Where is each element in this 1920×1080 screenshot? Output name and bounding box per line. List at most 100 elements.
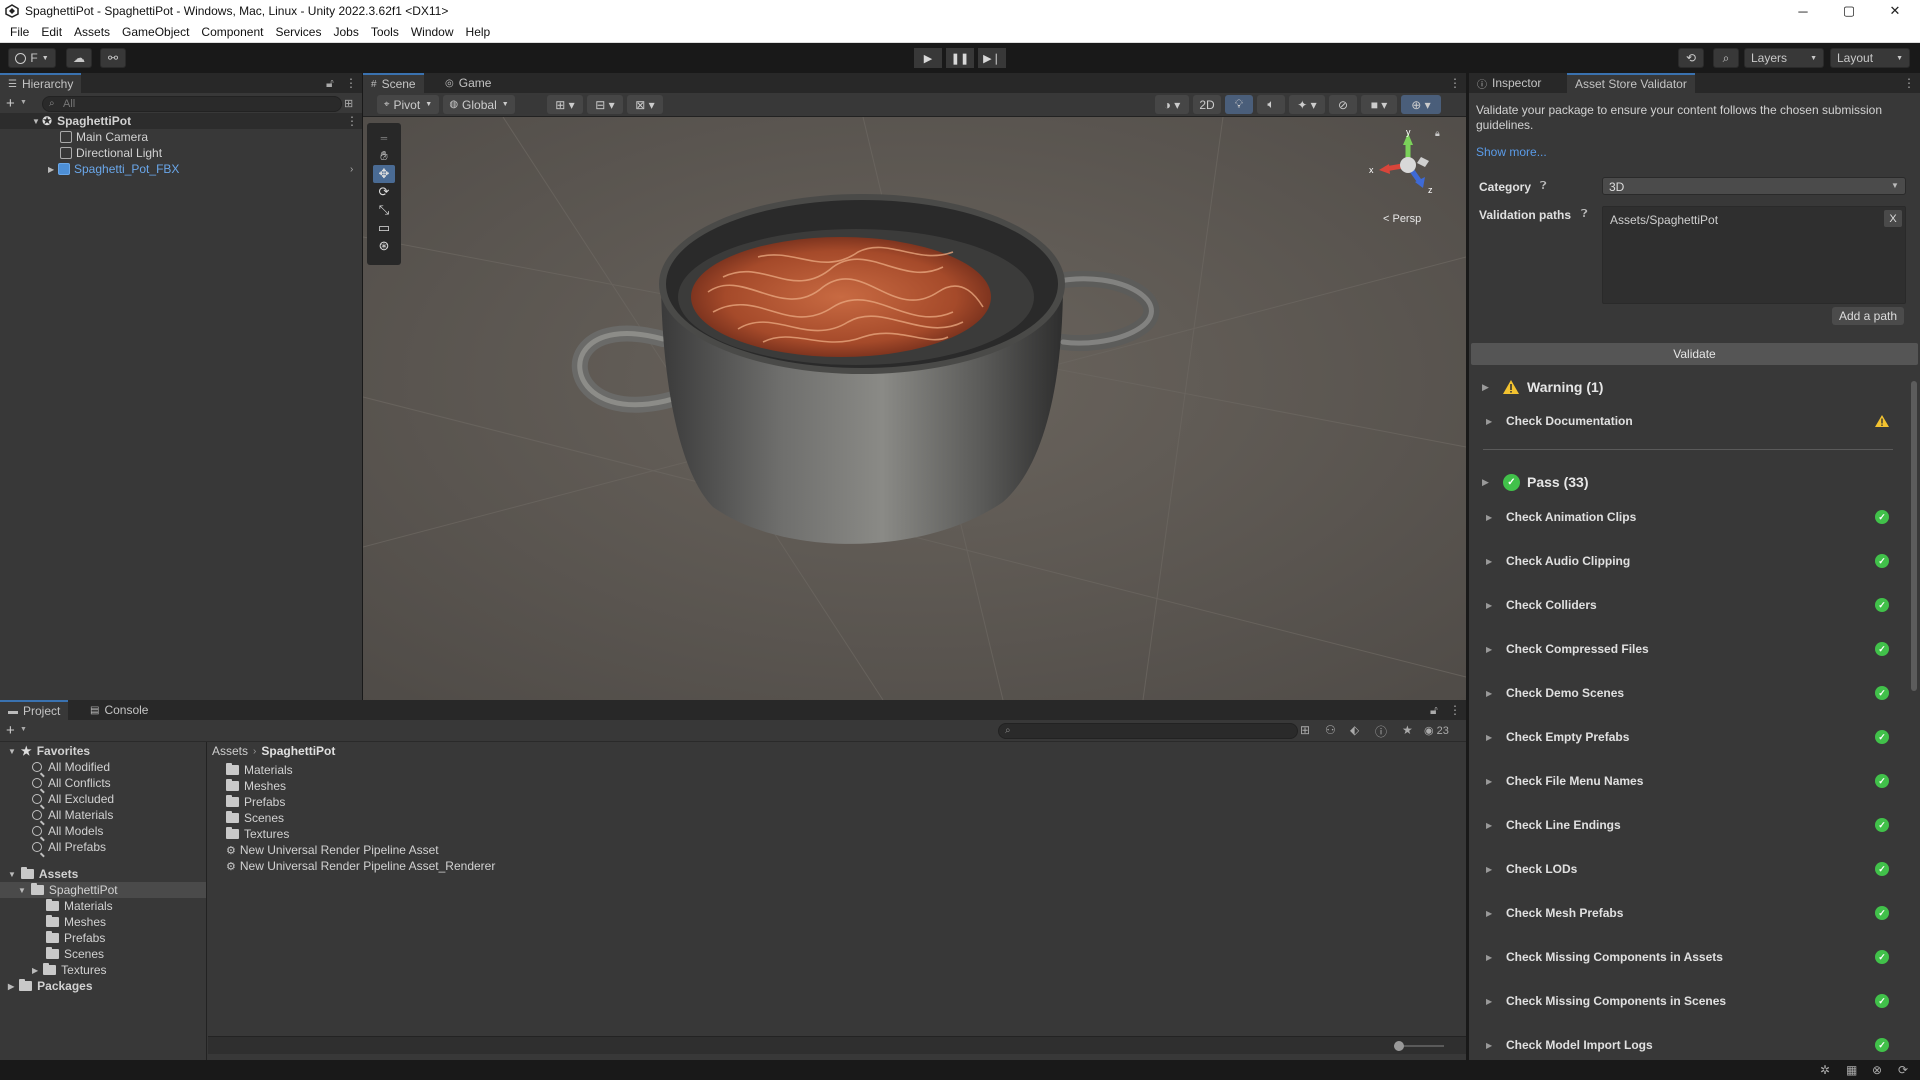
chevron-right-icon[interactable]: ›: [350, 164, 353, 175]
hierarchy-item-spaghetti-pot[interactable]: ▶ Spaghetti_Pot_FBX ›: [0, 161, 362, 177]
projection-label[interactable]: < Persp: [1383, 213, 1421, 225]
folder-meshes[interactable]: Meshes: [46, 914, 106, 930]
account-button[interactable]: F ▼: [8, 48, 56, 68]
orientation-gizmo[interactable]: y x z: [1363, 127, 1453, 207]
expand-arrow-icon[interactable]: ▶: [1486, 865, 1492, 874]
lighting-toggle[interactable]: 💡︎: [1225, 95, 1253, 114]
favorite-item[interactable]: All Modified: [32, 759, 110, 775]
favorite-item[interactable]: All Prefabs: [32, 839, 106, 855]
assets-header[interactable]: ▼ Assets: [8, 866, 78, 882]
breadcrumb-current[interactable]: SpaghettiPot: [261, 744, 335, 758]
lock-icon[interactable]: 🔓︎: [1430, 703, 1438, 718]
draw-mode-dropdown[interactable]: ◑ ▾: [1155, 95, 1189, 114]
expand-arrow-icon[interactable]: ▶: [1486, 733, 1492, 742]
content-folder-item[interactable]: Textures: [226, 826, 289, 842]
scene-viewport[interactable]: ═ ✋︎ ✥ ⟳ ⤡ ▭ ⊛ y x z 🔒︎ < Persp: [363, 117, 1466, 700]
collab-button[interactable]: ⚯: [100, 48, 126, 68]
check-row[interactable]: ▶ Check Colliders ✓: [1469, 587, 1909, 623]
step-button[interactable]: ▶❘: [978, 48, 1006, 68]
menu-edit[interactable]: Edit: [35, 25, 68, 39]
scene-root-row[interactable]: ▼ ✪ SpaghettiPot ⋮: [0, 113, 362, 129]
folder-spaghettipot[interactable]: ▼ SpaghettiPot: [0, 882, 206, 898]
hierarchy-search-input[interactable]: ⌕ All: [42, 96, 342, 112]
grid-snap-dropdown[interactable]: ⊞ ▾: [547, 95, 583, 114]
expand-arrow-icon[interactable]: ▶: [1486, 777, 1492, 786]
breadcrumb-assets[interactable]: Assets: [212, 744, 248, 758]
content-folder-item[interactable]: Scenes: [226, 810, 284, 826]
add-path-button[interactable]: Add a path: [1832, 307, 1904, 325]
minimize-button[interactable]: ─: [1780, 0, 1826, 22]
expand-arrow-icon[interactable]: ▼: [32, 117, 42, 126]
expand-arrow-icon[interactable]: ▶: [1482, 477, 1489, 488]
search-filter-icon[interactable]: ⊞: [1300, 723, 1310, 737]
rect-tool-icon[interactable]: ▭: [373, 219, 395, 237]
filter-by-type-icon[interactable]: ⚇: [1325, 723, 1336, 737]
expand-arrow-icon[interactable]: ▶: [48, 165, 58, 174]
camera-dropdown[interactable]: ■ ▾: [1361, 95, 1397, 114]
expand-arrow-icon[interactable]: ▶: [1486, 1041, 1492, 1050]
hierarchy-item-main-camera[interactable]: Main Camera: [0, 129, 362, 145]
menu-file[interactable]: File: [4, 25, 35, 39]
expand-arrow-icon[interactable]: ▶: [1486, 601, 1492, 610]
check-row[interactable]: ▶ Check Missing Components in Assets ✓: [1469, 939, 1909, 975]
global-dropdown[interactable]: ◍ Global ▼: [443, 95, 515, 114]
expand-arrow-icon[interactable]: ▶: [1486, 909, 1492, 918]
show-more-link[interactable]: Show more...: [1476, 145, 1547, 159]
rotate-tool-icon[interactable]: ⟳: [373, 183, 395, 201]
category-dropdown[interactable]: 3D ▼: [1602, 177, 1906, 195]
content-asset-item[interactable]: ⚙ New Universal Render Pipeline Asset_Ren…: [226, 858, 495, 874]
check-row[interactable]: ▶ Check Demo Scenes ✓: [1469, 675, 1909, 711]
tab-scene[interactable]: # Scene: [363, 73, 424, 93]
menu-gameobject[interactable]: GameObject: [116, 25, 195, 39]
more-options-icon[interactable]: ⋮: [1449, 703, 1461, 717]
folder-prefabs[interactable]: Prefabs: [46, 930, 105, 946]
menu-jobs[interactable]: Jobs: [327, 25, 364, 39]
check-row[interactable]: ▶ Check Missing Components in Scenes ✓: [1469, 983, 1909, 1019]
maximize-button[interactable]: ▢: [1826, 0, 1872, 22]
more-options-icon[interactable]: ⋮: [345, 76, 357, 90]
packages-header[interactable]: ▶ Packages: [8, 978, 93, 994]
check-row[interactable]: ▶ Check Empty Prefabs ✓: [1469, 719, 1909, 755]
grid-visibility-dropdown[interactable]: ⊟ ▾: [587, 95, 623, 114]
expand-arrow-icon[interactable]: ▼: [18, 886, 26, 895]
expand-arrow-icon[interactable]: ▶: [1486, 689, 1492, 698]
lock-icon[interactable]: 🔓︎: [326, 76, 334, 91]
bug-report-icon[interactable]: ✲: [1820, 1063, 1830, 1077]
check-row[interactable]: ▶ Check Line Endings ✓: [1469, 807, 1909, 843]
folder-textures[interactable]: ▶ Textures: [32, 962, 107, 978]
auto-refresh-icon[interactable]: ⟳: [1898, 1063, 1908, 1077]
remove-path-button[interactable]: X: [1884, 210, 1902, 227]
filter-by-label-icon[interactable]: ⬖: [1350, 723, 1359, 737]
gizmos-dropdown[interactable]: ⊕ ▾: [1401, 95, 1441, 114]
chevron-down-icon[interactable]: ▼: [20, 99, 27, 106]
content-folder-item[interactable]: Meshes: [226, 778, 286, 794]
tab-project[interactable]: ▬ Project: [0, 700, 69, 720]
toggle-2d-button[interactable]: 2D: [1193, 95, 1221, 114]
tab-console[interactable]: ▤ Console: [82, 700, 156, 720]
check-row[interactable]: ▶ Check Model Import Logs ✓: [1469, 1027, 1909, 1060]
expand-arrow-icon[interactable]: ▶: [1486, 997, 1492, 1006]
transform-tool-icon[interactable]: ⊛: [373, 237, 395, 255]
history-button[interactable]: ⟲: [1678, 48, 1704, 68]
more-options-icon[interactable]: ⋮: [1903, 76, 1915, 90]
hidden-objects-toggle[interactable]: ⊘: [1329, 95, 1357, 114]
close-button[interactable]: ✕: [1872, 0, 1918, 22]
expand-arrow-icon[interactable]: ▶: [32, 966, 38, 975]
check-row[interactable]: ▶ Check Animation Clips ✓: [1469, 499, 1909, 535]
hierarchy-item-directional-light[interactable]: Directional Light: [0, 145, 362, 161]
chevron-down-icon[interactable]: ▼: [20, 726, 27, 733]
expand-arrow-icon[interactable]: ▶: [1486, 513, 1492, 522]
cloud-button[interactable]: ☁: [66, 48, 92, 68]
expand-arrow-icon[interactable]: ▶: [8, 982, 14, 991]
audio-toggle[interactable]: 🔈︎: [1257, 95, 1285, 114]
add-icon[interactable]: +: [6, 722, 15, 739]
tab-inspector[interactable]: ⓘ Inspector: [1469, 73, 1549, 93]
favorite-star-icon[interactable]: ★: [1402, 723, 1413, 737]
menu-assets[interactable]: Assets: [68, 25, 116, 39]
add-icon[interactable]: +: [6, 95, 15, 112]
pass-section-header[interactable]: ▶ ✓ Pass (33): [1469, 467, 1909, 497]
more-options-icon[interactable]: ⋮: [346, 114, 358, 128]
check-row[interactable]: ▶ Check Compressed Files ✓: [1469, 631, 1909, 667]
increment-snap-dropdown[interactable]: ⊠ ▾: [627, 95, 663, 114]
tab-asset-store-validator[interactable]: Asset Store Validator: [1567, 73, 1695, 93]
